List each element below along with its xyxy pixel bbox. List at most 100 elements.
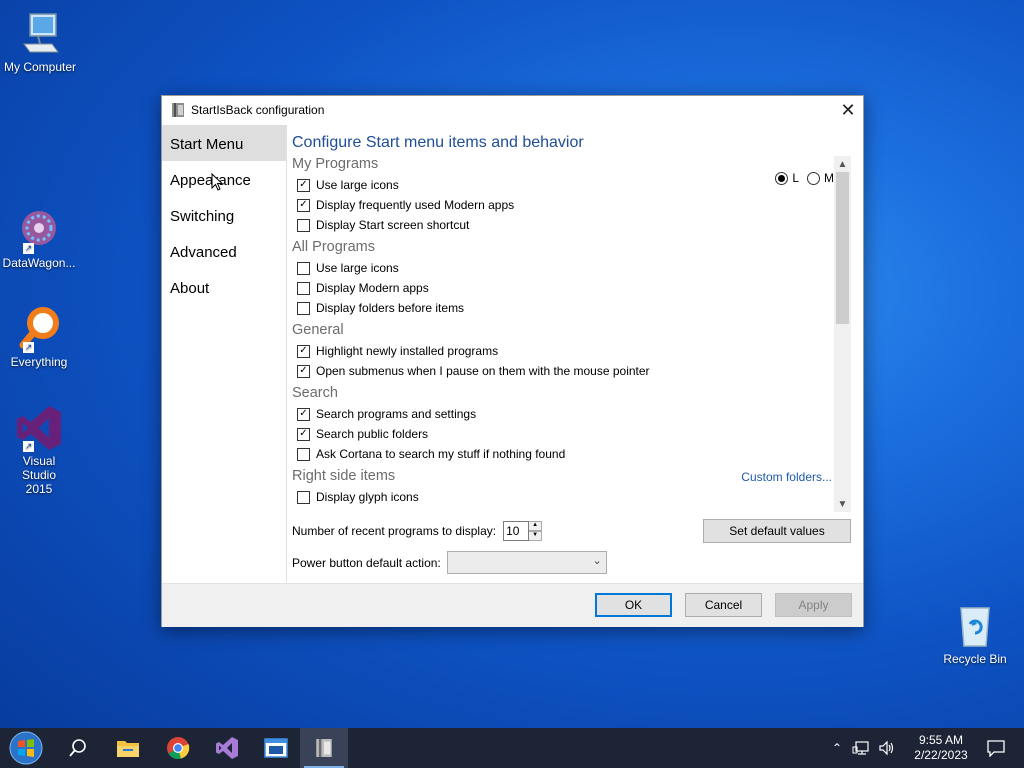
network-icon[interactable] <box>852 740 870 756</box>
scroll-thumb[interactable] <box>836 172 849 324</box>
startisback-app-icon <box>316 739 332 757</box>
desktop-icon-visual-studio[interactable]: ↗ Visual Studio 2015 <box>0 404 79 496</box>
recent-programs-label: Number of recent programs to display: <box>292 524 497 538</box>
recent-programs-stepper[interactable]: 10 ▲ ▼ <box>503 521 543 541</box>
taskbar-visual-studio[interactable] <box>203 728 251 768</box>
startisback-config-dialog: StartIsBack configuration ✕ Start Menu A… <box>161 95 864 627</box>
nav-item-appearance[interactable]: Appearance <box>162 161 286 197</box>
recent-programs-row: Number of recent programs to display: 10… <box>292 521 543 541</box>
checkbox-unchecked[interactable] <box>297 301 310 315</box>
radio-medium-label: M <box>824 171 834 185</box>
checkbox-checked[interactable]: ✓ <box>297 198 310 212</box>
desktop-icon-label: My Computer <box>3 60 77 74</box>
shortcut-arrow-icon: ↗ <box>23 342 34 353</box>
nav-item-advanced[interactable]: Advanced <box>162 233 286 269</box>
desktop-icon-label: Visual Studio 2015 <box>21 454 57 496</box>
stepper-up-icon[interactable]: ▲ <box>529 521 543 531</box>
checkbox-label: Use large icons <box>316 261 399 275</box>
desktop-icon-my-computer[interactable]: My Computer <box>0 10 80 74</box>
checkbox-row[interactable]: ✓ Use large icons <box>292 175 853 195</box>
apply-button[interactable]: Apply <box>775 593 852 617</box>
checkbox-row[interactable]: ✓ Display frequently used Modern apps <box>292 195 853 215</box>
scroll-up-icon[interactable]: ▲ <box>834 156 851 172</box>
radio-large-label: L <box>792 171 799 185</box>
taskbar-startisback-config[interactable] <box>300 728 348 768</box>
window-app-icon <box>264 738 288 758</box>
nav-item-start-menu[interactable]: Start Menu <box>162 125 286 161</box>
clock-time: 9:55 AM <box>918 733 964 747</box>
checkbox-checked[interactable]: ✓ <box>297 427 310 441</box>
checkbox-label: Display Start screen shortcut <box>316 218 470 232</box>
taskbar-chrome[interactable] <box>154 728 202 768</box>
settings-scrollbar[interactable]: ▲ ▼ <box>834 156 851 512</box>
clock-date: 2/22/2023 <box>914 748 968 762</box>
app-icon <box>172 103 184 117</box>
desktop-icon-label: DataWagon... <box>2 256 76 270</box>
settings-content: Configure Start menu items and behavior … <box>292 134 853 504</box>
checkbox-label: Search public folders <box>316 427 429 441</box>
group-title: My Programs <box>292 156 379 172</box>
checkbox-label: Display frequently used Modern apps <box>316 198 515 212</box>
desktop-icon-everything[interactable]: ↗ Everything <box>0 305 79 369</box>
nav-item-switching[interactable]: Switching <box>162 197 286 233</box>
close-button[interactable]: ✕ <box>833 96 863 124</box>
group-title: Search <box>292 385 338 401</box>
checkbox-row[interactable]: Display Start screen shortcut <box>292 215 853 235</box>
show-hidden-icons-chevron-up-icon[interactable]: ⌃ <box>826 741 848 755</box>
power-button-select[interactable]: ⌄ <box>446 551 607 574</box>
stepper-down-icon[interactable]: ▼ <box>529 531 543 541</box>
desktop-icon-label: Recycle Bin <box>943 652 1007 666</box>
custom-folders-link[interactable]: Custom folders... <box>741 470 832 484</box>
desktop-icon-datawagon[interactable]: ↗ DataWagon... <box>0 206 79 270</box>
checkbox-checked[interactable]: ✓ <box>297 178 310 192</box>
dialog-footer: OK Cancel Apply <box>162 583 863 627</box>
action-center-icon[interactable] <box>986 739 1006 757</box>
recent-programs-value[interactable]: 10 <box>503 521 530 541</box>
checkbox-unchecked[interactable] <box>297 261 310 275</box>
radio-large[interactable] <box>775 171 789 185</box>
checkbox-row[interactable]: Display Modern apps <box>292 278 853 298</box>
start-button[interactable] <box>2 728 50 768</box>
chrome-icon <box>167 737 190 760</box>
settings-nav: Start Menu Appearance Switching Advanced… <box>162 125 287 582</box>
set-default-values-button[interactable]: Set default values <box>703 519 851 543</box>
taskbar-clock[interactable]: 9:55 AM 2/22/2023 <box>908 733 974 763</box>
settings-list: L M My Programs ✓ Use large icons ✓ Displa… <box>292 155 853 504</box>
checkbox-checked[interactable]: ✓ <box>297 364 310 378</box>
group-title: All Programs <box>292 239 375 255</box>
ok-button[interactable]: OK <box>595 593 672 617</box>
cancel-button[interactable]: Cancel <box>685 593 762 617</box>
taskbar-window-app[interactable] <box>252 728 300 768</box>
power-button-row: Power button default action: ⌄ <box>292 551 607 574</box>
checkbox-unchecked[interactable] <box>297 490 310 504</box>
scroll-down-icon[interactable]: ▼ <box>834 496 851 512</box>
taskbar-file-explorer[interactable] <box>104 728 152 768</box>
checkbox-row[interactable]: ✓ Open submenus when I pause on them with… <box>292 361 853 381</box>
checkbox-row[interactable]: ✓ Search programs and settings <box>292 404 853 424</box>
icon-size-radio-group: L M <box>775 171 834 185</box>
taskbar-search-button[interactable] <box>54 728 102 768</box>
mouse-cursor-icon <box>211 173 223 191</box>
checkbox-unchecked[interactable] <box>297 218 310 232</box>
shortcut-arrow-icon: ↗ <box>23 441 34 452</box>
desktop-icon-recycle-bin[interactable]: Recycle Bin <box>935 602 1015 666</box>
search-icon <box>69 739 86 757</box>
checkbox-checked[interactable]: ✓ <box>297 407 310 421</box>
nav-item-about[interactable]: About <box>162 269 286 305</box>
checkbox-unchecked[interactable] <box>297 447 310 461</box>
radio-medium[interactable] <box>807 171 820 185</box>
desktop-icon-label: Everything <box>10 355 68 369</box>
checkbox-checked[interactable]: ✓ <box>297 344 310 358</box>
checkbox-row[interactable]: Use large icons <box>292 258 853 278</box>
checkbox-row[interactable]: ✓ Search public folders <box>292 424 853 444</box>
checkbox-unchecked[interactable] <box>297 281 310 295</box>
system-tray: ⌃ 9:55 AM 2/22/2023 <box>826 728 1024 768</box>
checkbox-label: Display folders before items <box>316 301 465 315</box>
volume-icon[interactable] <box>878 740 896 756</box>
checkbox-row[interactable]: Display glyph icons <box>292 487 853 504</box>
shortcut-arrow-icon: ↗ <box>23 243 34 254</box>
checkbox-row[interactable]: Ask Cortana to search my stuff if nothin… <box>292 444 853 464</box>
checkbox-row[interactable]: ✓ Highlight newly installed programs <box>292 341 853 361</box>
title-bar[interactable]: StartIsBack configuration ✕ <box>162 96 863 124</box>
checkbox-row[interactable]: Display folders before items <box>292 298 853 318</box>
